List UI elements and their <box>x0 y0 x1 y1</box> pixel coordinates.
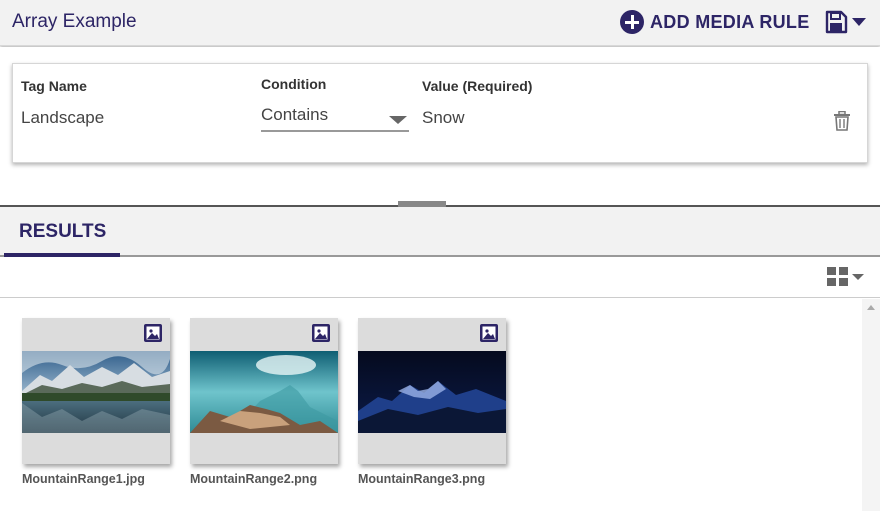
rule-area: Tag Name Landscape Condition Contains Va… <box>0 47 880 205</box>
condition-label: Condition <box>261 76 327 92</box>
tag-name-field[interactable]: Landscape <box>21 108 104 128</box>
media-filename: MountainRange2.png <box>190 472 318 486</box>
results-scrollbar[interactable] <box>862 299 880 511</box>
add-media-rule-label: ADD MEDIA RULE <box>650 11 810 32</box>
tag-name-label: Tag Name <box>21 78 87 94</box>
dropdown-arrow-icon[interactable] <box>389 116 407 124</box>
media-card[interactable]: MountainRange3.png <box>358 318 506 486</box>
media-card[interactable]: MountainRange2.png <box>190 318 338 486</box>
chevron-down-icon <box>852 18 866 26</box>
value-label: Value (Required) <box>422 78 533 94</box>
header-bar: Array Example ADD MEDIA RULE <box>0 0 880 46</box>
grid-view-icon <box>827 267 848 286</box>
view-options-bar <box>0 258 880 298</box>
image-icon <box>144 324 162 342</box>
mountain-thumbnail-image <box>358 351 506 433</box>
trash-icon[interactable] <box>833 111 851 131</box>
media-filename: MountainRange3.png <box>358 472 486 486</box>
media-filename: MountainRange1.jpg <box>22 472 145 486</box>
media-thumbnail-frame <box>358 318 506 464</box>
mountain-thumbnail-image <box>22 351 170 433</box>
value-field[interactable]: Snow <box>422 108 465 128</box>
view-mode-button[interactable] <box>827 267 864 286</box>
results-tab-bar: RESULTS <box>0 207 880 257</box>
page-title: Array Example <box>12 11 137 32</box>
image-icon <box>312 324 330 342</box>
scroll-up-arrow-icon[interactable] <box>867 305 875 310</box>
condition-select-underline <box>261 130 409 132</box>
media-rule-row: Tag Name Landscape Condition Contains Va… <box>12 63 868 163</box>
tab-results[interactable]: RESULTS <box>4 207 120 257</box>
media-thumbnail-frame <box>22 318 170 464</box>
media-card[interactable]: MountainRange1.jpg <box>22 318 170 486</box>
add-media-rule-button[interactable]: ADD MEDIA RULE <box>620 10 810 34</box>
save-icon <box>825 10 848 34</box>
image-icon <box>480 324 498 342</box>
tab-results-label: RESULTS <box>19 221 107 242</box>
results-grid: MountainRange1.jpg MountainRange2.png Mo… <box>0 299 862 511</box>
mountain-thumbnail-image <box>190 351 338 433</box>
media-thumbnail-frame <box>190 318 338 464</box>
plus-circle-icon <box>620 10 644 34</box>
chevron-down-icon <box>852 273 864 280</box>
condition-select[interactable]: Contains <box>261 105 328 125</box>
save-menu-button[interactable] <box>824 10 866 34</box>
